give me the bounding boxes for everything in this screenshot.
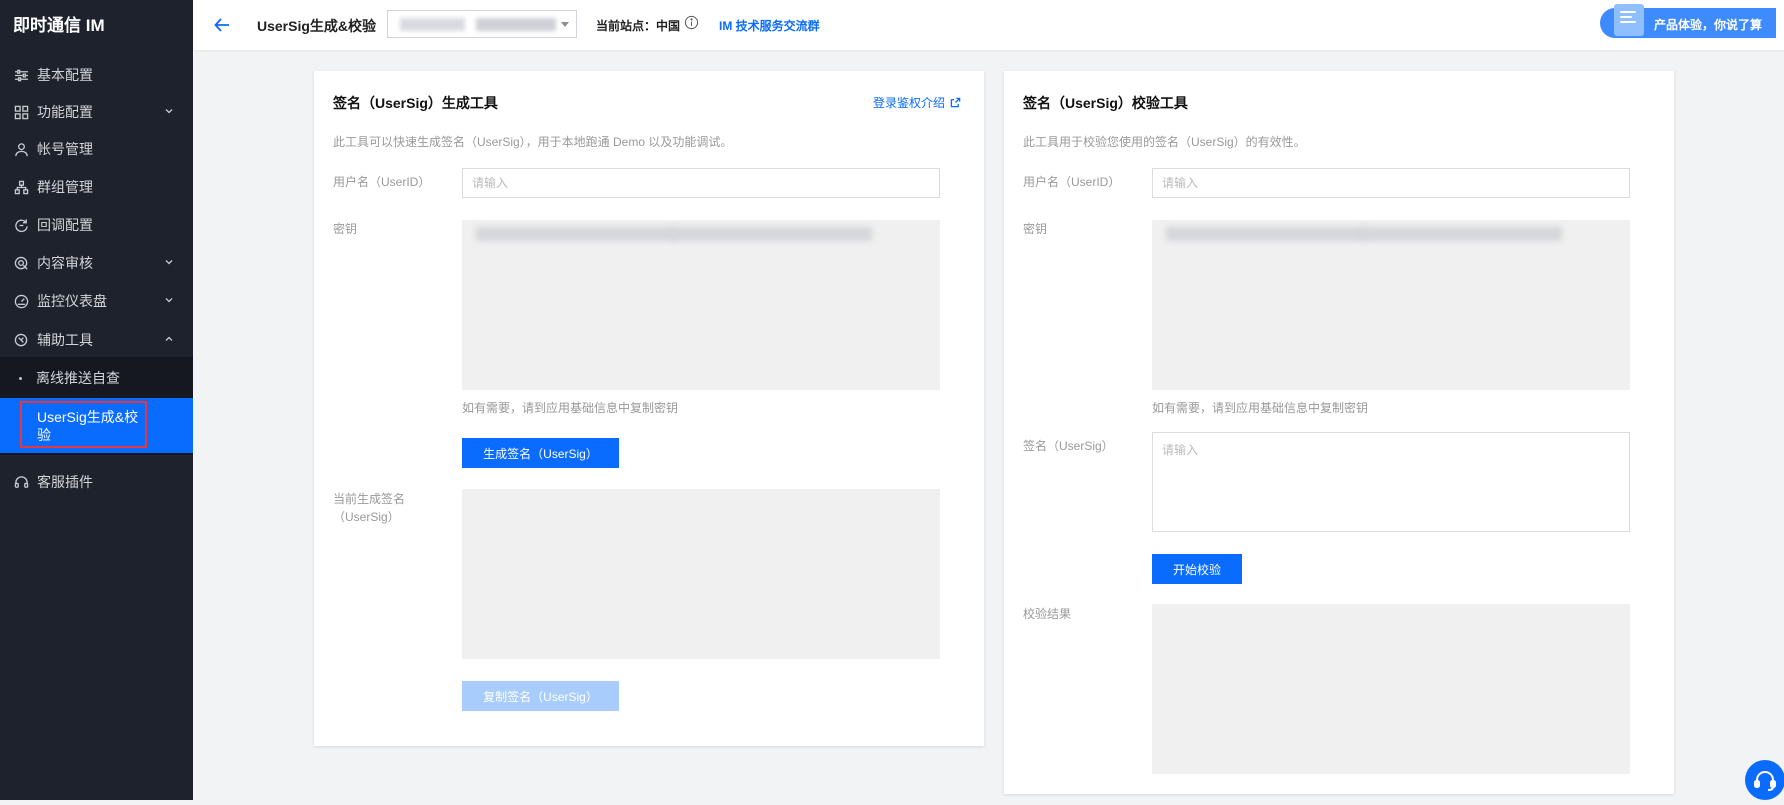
grid-icon — [13, 104, 29, 120]
key-label: 密钥 — [1023, 222, 1048, 236]
sidebar-item-feature-config[interactable]: 功能配置 — [0, 93, 193, 131]
sidebar-item-label: 群组管理 — [37, 179, 93, 195]
sidebar-item-tools[interactable]: 辅助工具 — [0, 321, 193, 359]
sidebar: 即时通信 IM 基本配置 功能配置 帐号管理 群组管理 回调配置 内容审核 监控… — [0, 0, 193, 800]
current-site: 当前站点：中国 — [596, 19, 681, 33]
result-box — [1152, 604, 1630, 774]
sidebar-item-label: 回调配置 — [37, 217, 93, 233]
bullet-icon — [19, 376, 22, 380]
info-icon[interactable] — [684, 15, 699, 30]
top-header: UserSig生成&校验 当前站点：中国 IM 技术服务交流群 产品体验，你说了… — [193, 0, 1784, 50]
headset-icon — [1754, 771, 1776, 791]
chevron-down-icon — [165, 260, 173, 265]
sidebar-item-content-review[interactable]: 内容审核 — [0, 244, 193, 282]
chevron-down-icon — [165, 109, 173, 114]
sidebar-item-label: 离线推送自查 — [36, 370, 120, 386]
verifier-title: 签名（UserSig）校验工具 — [1023, 95, 1188, 111]
generator-title: 签名（UserSig）生成工具 — [333, 95, 498, 111]
key-hint: 如有需要，请到应用基础信息中复制密钥 — [462, 401, 679, 415]
copy-sig-button[interactable]: 复制签名（UserSig） — [462, 681, 619, 711]
userid-label: 用户名（UserID） — [333, 175, 431, 189]
userid-input[interactable] — [462, 168, 940, 198]
back-arrow-icon[interactable] — [213, 16, 231, 34]
userid-input[interactable] — [1152, 168, 1630, 198]
dashboard-icon — [13, 293, 29, 309]
redacted-key — [1362, 227, 1562, 241]
caret-down-icon — [561, 22, 569, 27]
auth-intro-link[interactable]: 登录鉴权介绍 — [873, 94, 961, 111]
secret-key-box[interactable] — [1152, 220, 1630, 390]
verifier-description: 此工具用于校验您使用的签名（UserSig）的有效性。 — [1023, 135, 1306, 149]
current-sig-label: 当前生成签名（UserSig） — [333, 492, 406, 524]
redacted-key — [672, 227, 872, 241]
sidebar-item-customer-service[interactable]: 客服插件 — [0, 463, 193, 501]
verify-button[interactable]: 开始校验 — [1152, 554, 1242, 584]
callback-icon — [13, 217, 29, 233]
result-label: 校验结果 — [1023, 607, 1072, 621]
sidebar-item-basic-config[interactable]: 基本配置 — [0, 56, 193, 94]
sliders-icon — [13, 67, 29, 83]
redacted-app-id — [476, 18, 556, 31]
redacted-key — [476, 227, 676, 241]
redacted-key — [1166, 227, 1366, 241]
generator-card: 签名（UserSig）生成工具 登录鉴权介绍 此工具可以快速生成签名（UserS… — [314, 71, 984, 746]
redacted-app-name — [400, 18, 465, 31]
userid-label: 用户名（UserID） — [1023, 175, 1121, 189]
feedback-label: 产品体验，你说了算 — [1654, 18, 1763, 32]
sidebar-item-offline-push[interactable]: 离线推送自查 — [0, 359, 193, 397]
sidebar-item-label: 内容审核 — [37, 255, 93, 271]
sidebar-item-label: 辅助工具 — [37, 332, 93, 348]
sidebar-item-dashboard[interactable]: 监控仪表盘 — [0, 282, 193, 320]
sidebar-item-label: 客服插件 — [37, 474, 93, 490]
review-icon — [13, 255, 29, 271]
sig-label: 签名（UserSig） — [1023, 439, 1114, 453]
sidebar-item-label: 帐号管理 — [37, 141, 93, 157]
sig-input[interactable] — [1152, 432, 1630, 532]
headset-icon — [13, 474, 29, 490]
secret-key-box[interactable] — [462, 220, 940, 390]
sidebar-item-group[interactable]: 群组管理 — [0, 168, 193, 206]
tech-group-link[interactable]: IM 技术服务交流群 — [719, 17, 820, 34]
generated-sig-box — [462, 489, 940, 659]
highlight-box — [20, 401, 147, 448]
sidebar-item-account[interactable]: 帐号管理 — [0, 130, 193, 168]
sidebar-item-label: 基本配置 — [37, 67, 93, 83]
document-icon — [1614, 4, 1644, 36]
app-select[interactable] — [387, 10, 577, 38]
external-link-icon — [951, 97, 961, 108]
generate-sig-button[interactable]: 生成签名（UserSig） — [462, 438, 619, 468]
key-hint: 如有需要，请到应用基础信息中复制密钥 — [1152, 401, 1369, 415]
verifier-card: 签名（UserSig）校验工具 此工具用于校验您使用的签名（UserSig）的有… — [1004, 71, 1674, 794]
chevron-down-icon — [165, 298, 173, 303]
sidebar-item-callback[interactable]: 回调配置 — [0, 206, 193, 244]
generator-description: 此工具可以快速生成签名（UserSig），用于本地跑通 Demo 以及功能调试。 — [333, 135, 733, 149]
sidebar-item-label: 功能配置 — [37, 104, 93, 120]
user-icon — [13, 141, 29, 157]
sidebar-item-label: 监控仪表盘 — [37, 293, 107, 309]
feedback-button[interactable]: 产品体验，你说了算 — [1600, 4, 1776, 38]
support-button[interactable] — [1745, 760, 1784, 800]
brand-title: 即时通信 IM — [13, 16, 105, 35]
key-label: 密钥 — [333, 222, 358, 236]
group-icon — [13, 179, 29, 195]
tools-icon — [13, 332, 29, 348]
chevron-up-icon — [165, 336, 173, 341]
page-title: UserSig生成&校验 — [257, 18, 377, 34]
